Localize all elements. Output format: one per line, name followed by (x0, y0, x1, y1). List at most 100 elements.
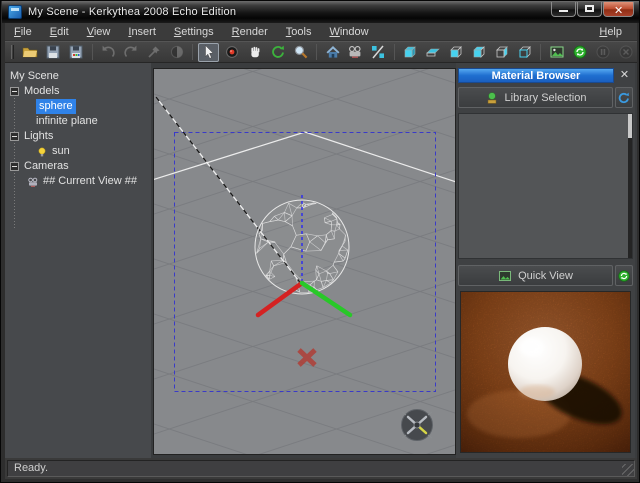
save-icon (45, 44, 61, 60)
open-folder-icon (22, 44, 38, 60)
resize-grip[interactable] (622, 464, 634, 476)
fit-view-button[interactable] (368, 43, 389, 62)
render-image-icon (549, 44, 565, 60)
library-selection-button[interactable]: Library Selection (458, 87, 613, 108)
preview-render (461, 292, 630, 452)
status-message: Ready. (7, 460, 635, 477)
quick-view-button[interactable]: Quick View (458, 265, 613, 286)
start-render-icon (572, 44, 588, 60)
navigation-compass[interactable] (402, 410, 433, 441)
scrollbar-track[interactable] (628, 114, 632, 258)
camera-view-button[interactable] (345, 43, 366, 62)
home-view-button[interactable] (322, 43, 343, 62)
open-file-button[interactable] (20, 43, 41, 62)
view-cube-side-icon (494, 44, 510, 60)
status-bar: Ready. (5, 458, 637, 479)
panel-close-icon[interactable]: ✕ (617, 68, 632, 83)
view-mode-1-button[interactable] (400, 43, 421, 62)
material-list[interactable] (458, 113, 633, 259)
view-cube-corner-icon (471, 44, 487, 60)
view-cube-wire-icon (517, 44, 533, 60)
toolbar-separator (316, 44, 317, 60)
material-preview-image (460, 291, 631, 453)
view-cube-solid-icon (402, 44, 418, 60)
home-icon (325, 44, 341, 60)
main-area: My Scene Models sphere infinite plane Li… (5, 63, 637, 458)
toolbar-separator (92, 44, 93, 60)
menu-edit[interactable]: Edit (41, 24, 78, 40)
save-image-button[interactable] (66, 43, 87, 62)
refresh-library-button[interactable] (615, 87, 633, 108)
title-bar[interactable]: My Scene - Kerkythea 2008 Echo Edition ✕ (2, 1, 640, 23)
scrollbar-thumb[interactable] (628, 114, 632, 138)
view-mode-4-button[interactable] (469, 43, 490, 62)
menu-bar: File Edit View Insert Settings Render To… (5, 23, 637, 41)
close-icon: ✕ (614, 4, 623, 17)
undo-icon (100, 44, 116, 60)
stop-render-button (615, 43, 636, 62)
save-image-icon (68, 44, 84, 60)
magnifier-icon (293, 44, 309, 60)
target-button[interactable] (221, 43, 242, 62)
tree-item-sphere[interactable]: sphere (5, 99, 151, 114)
sun-light-icon (36, 146, 48, 158)
menu-window[interactable]: Window (320, 24, 377, 40)
view-mode-6-button[interactable] (514, 43, 535, 62)
render-image-button[interactable] (546, 43, 567, 62)
tree-item-models[interactable]: Models (5, 84, 151, 99)
collapse-icon[interactable] (10, 162, 19, 171)
orbit-button[interactable] (267, 43, 288, 62)
pan-button[interactable] (244, 43, 265, 62)
tree-item-current-view[interactable]: ## Current View ## (5, 174, 151, 189)
window-title: My Scene - Kerkythea 2008 Echo Edition (28, 6, 236, 18)
tree-item-lights[interactable]: Lights (5, 129, 151, 144)
minimize-button[interactable] (551, 2, 576, 17)
material-browser-title[interactable]: Material Browser (458, 68, 614, 83)
maximize-button[interactable] (577, 2, 602, 17)
menu-view[interactable]: View (78, 24, 120, 40)
start-render-button[interactable] (569, 43, 590, 62)
menu-insert[interactable]: Insert (119, 24, 165, 40)
quick-view-icon (498, 269, 512, 283)
gamma-icon (169, 44, 185, 60)
viewport-3d[interactable] (153, 68, 456, 455)
toolbar-separator (394, 44, 395, 60)
scene-tree-panel: My Scene Models sphere infinite plane Li… (5, 63, 151, 458)
menu-file[interactable]: File (5, 24, 41, 40)
view-mode-2-button[interactable] (423, 43, 444, 62)
menu-settings[interactable]: Settings (165, 24, 223, 40)
zoom-button[interactable] (290, 43, 311, 62)
render-preview-icon (617, 269, 631, 283)
collapse-icon[interactable] (10, 132, 19, 141)
minimize-icon (559, 10, 568, 12)
toolbar-grip[interactable] (11, 45, 14, 59)
pause-icon (595, 44, 611, 60)
camera-icon (347, 44, 363, 60)
render-preview-button[interactable] (615, 265, 633, 286)
view-cube-flat-icon (425, 44, 441, 60)
toolbar-separator (540, 44, 541, 60)
toolbar-separator (192, 44, 193, 60)
collapse-icon[interactable] (10, 87, 19, 96)
menu-tools[interactable]: Tools (277, 24, 321, 40)
gamma-button (167, 43, 188, 62)
tree-item-my-scene[interactable]: My Scene (5, 69, 151, 84)
close-button[interactable]: ✕ (603, 2, 634, 17)
tree-item-infinite-plane[interactable]: infinite plane (5, 114, 151, 129)
menu-help[interactable]: Help (590, 24, 631, 40)
move-tool-button (144, 43, 165, 62)
select-tool-button[interactable] (198, 43, 219, 62)
tree-item-sun[interactable]: sun (5, 144, 151, 159)
camera-icon (27, 176, 39, 188)
stop-icon (618, 44, 634, 60)
redo-icon (123, 44, 139, 60)
undo-button (98, 43, 119, 62)
menu-render[interactable]: Render (223, 24, 277, 40)
select-arrow-icon (201, 44, 217, 60)
orbit-icon (270, 44, 286, 60)
pause-render-button (592, 43, 613, 62)
save-button[interactable] (43, 43, 64, 62)
tree-item-cameras[interactable]: Cameras (5, 159, 151, 174)
view-mode-3-button[interactable] (446, 43, 467, 62)
view-mode-5-button[interactable] (492, 43, 513, 62)
